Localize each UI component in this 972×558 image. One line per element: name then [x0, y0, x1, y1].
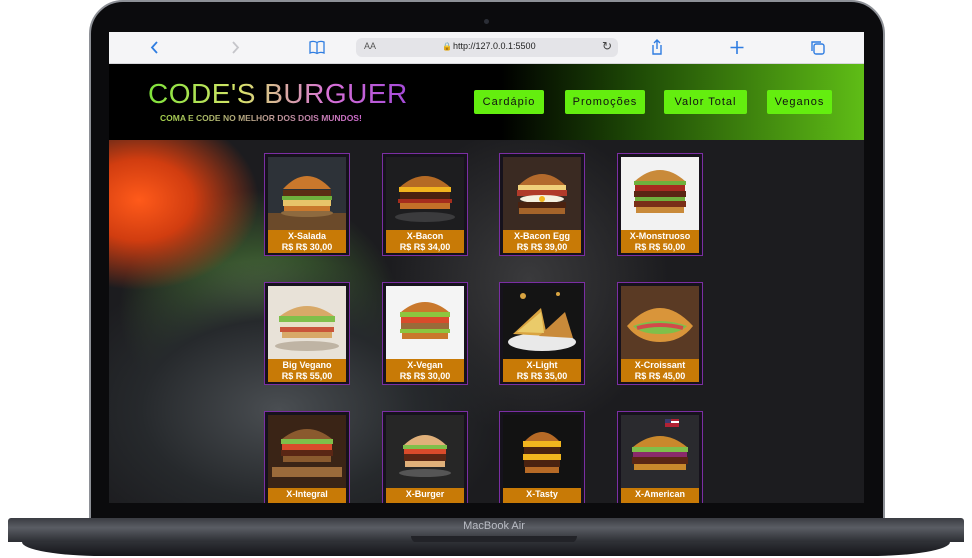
product-price: R$ R$ 34,00 — [399, 242, 451, 252]
product-price: R$ R$ 50,00 — [634, 242, 686, 252]
menu-section: X-Salada R$ R$ 30,00 X-Bacon R$ R$ 34,00… — [109, 140, 864, 503]
product-name: X-Light — [526, 360, 558, 370]
product-card[interactable]: X-Tasty — [499, 411, 585, 503]
product-image — [386, 286, 464, 359]
browser-toolbar: AA 🔒 http://127.0.0.1:5500 ↻ — [109, 32, 864, 64]
product-name: X-Burger — [405, 489, 445, 499]
product-price: R$ R$ 30,00 — [281, 242, 333, 252]
laptop-base-bottom — [22, 542, 950, 556]
laptop-base: MacBook Air — [0, 518, 972, 558]
product-price: R$ R$ 39,00 — [516, 242, 568, 252]
product-image — [268, 415, 346, 488]
product-card[interactable]: X-Salada R$ R$ 30,00 — [264, 153, 350, 256]
laptop-base-top: MacBook Air — [8, 518, 964, 543]
product-name: X-American — [634, 489, 686, 499]
product-card[interactable]: X-Vegan R$ R$ 30,00 — [382, 282, 468, 385]
product-name: Big Vegano — [282, 360, 332, 370]
screen: AA 🔒 http://127.0.0.1:5500 ↻ CODE'S BURG… — [109, 32, 864, 503]
back-icon[interactable] — [144, 32, 166, 63]
product-price: R$ R$ 30,00 — [399, 371, 451, 381]
product-image — [268, 157, 346, 230]
product-name: X-Integral — [286, 489, 328, 499]
tabs-icon[interactable] — [807, 32, 829, 63]
product-name: X-Monstruoso — [629, 231, 691, 241]
product-card[interactable]: X-Integral — [264, 411, 350, 503]
nav-cardapio[interactable]: Cardápio — [474, 90, 544, 114]
nav-promocoes[interactable]: Promoções — [565, 90, 645, 114]
product-image — [503, 157, 581, 230]
lock-icon: 🔒 — [442, 42, 452, 51]
product-name: X-Tasty — [526, 489, 558, 499]
product-card[interactable]: X-Monstruoso R$ R$ 50,00 — [617, 153, 703, 256]
product-card[interactable]: X-Bacon Egg R$ R$ 39,00 — [499, 153, 585, 256]
product-image — [386, 415, 464, 488]
product-name: X-Croissant — [634, 360, 686, 370]
model-label: MacBook Air — [463, 520, 525, 532]
share-icon[interactable] — [646, 32, 668, 63]
product-price: R$ R$ 45,00 — [634, 371, 686, 381]
site-tagline: COMA E CODE NO MELHOR DOS DOIS MUNDOS! — [160, 113, 362, 123]
product-image — [621, 286, 699, 359]
url-text[interactable]: http://127.0.0.1:5500 — [453, 41, 536, 51]
product-card[interactable]: X-Light R$ R$ 35,00 — [499, 282, 585, 385]
product-image — [621, 415, 699, 488]
product-image — [386, 157, 464, 230]
product-card[interactable]: X-American — [617, 411, 703, 503]
reload-icon[interactable]: ↻ — [602, 39, 612, 53]
product-card[interactable]: X-Bacon R$ R$ 34,00 — [382, 153, 468, 256]
product-price: R$ R$ 55,00 — [281, 371, 333, 381]
product-name: X-Vegan — [407, 360, 443, 370]
camera-icon — [484, 19, 489, 24]
product-card[interactable]: X-Burger — [382, 411, 468, 503]
nav-veganos[interactable]: Veganos — [767, 90, 832, 114]
nav-valor-total[interactable]: Valor Total — [664, 90, 747, 114]
site-logo-title[interactable]: CODE'S BURGUER — [148, 78, 408, 110]
product-image — [621, 157, 699, 230]
book-icon[interactable] — [306, 32, 328, 63]
product-image — [503, 415, 581, 488]
product-name: X-Bacon Egg — [513, 231, 570, 241]
plus-icon[interactable] — [726, 32, 748, 63]
site-header: CODE'S BURGUER COMA E CODE NO MELHOR DOS… — [109, 64, 864, 140]
product-price: R$ R$ 35,00 — [516, 371, 568, 381]
text-size-button[interactable]: AA — [364, 41, 376, 51]
product-name: X-Salada — [287, 231, 327, 241]
product-card[interactable]: X-Croissant R$ R$ 45,00 — [617, 282, 703, 385]
product-card[interactable]: Big Vegano R$ R$ 55,00 — [264, 282, 350, 385]
product-image — [503, 286, 581, 359]
address-bar[interactable]: AA 🔒 http://127.0.0.1:5500 ↻ — [356, 38, 618, 57]
product-name: X-Bacon — [406, 231, 444, 241]
forward-icon[interactable] — [224, 32, 246, 63]
product-image — [268, 286, 346, 359]
